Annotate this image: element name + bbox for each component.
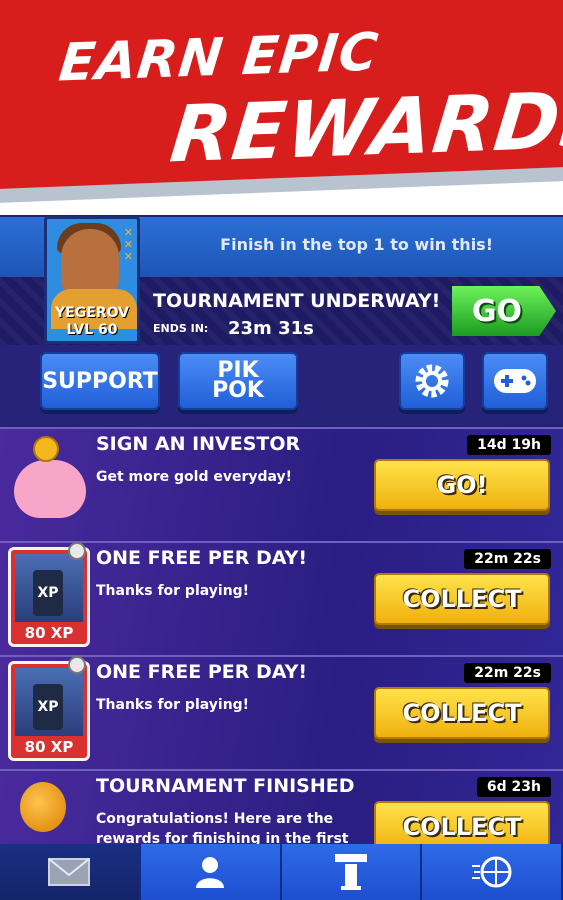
bottom-nav (0, 844, 563, 900)
xp-amount: 80 XP (24, 624, 74, 642)
gamepad-icon (494, 369, 536, 393)
xp-jar-icon: XP (33, 684, 63, 730)
collect-button[interactable]: COLLECT (374, 687, 550, 739)
row-title: TOURNAMENT FINISHED (96, 775, 355, 797)
xp-reward-card: XP 80 XP (8, 661, 90, 761)
info-badge-icon (68, 656, 86, 674)
tournament-go-button[interactable]: GO (452, 286, 556, 336)
banner-title-line1: EARN EPIC (56, 22, 382, 94)
tournament-title: TOURNAMENT UNDERWAY! (153, 290, 441, 312)
row-timer: 6d 23h (476, 777, 551, 797)
row-title: ONE FREE PER DAY! (96, 661, 308, 683)
row-timer: 22m 22s (464, 663, 551, 683)
investor-go-button[interactable]: GO! (374, 459, 550, 511)
trophy-icon (20, 782, 66, 832)
piggy-bank-icon (14, 460, 86, 518)
gear-icon (415, 364, 449, 398)
support-button[interactable]: SUPPORT (40, 352, 160, 410)
collect-button[interactable]: COLLECT (374, 573, 550, 625)
tournament-timer: 23m 31s (228, 318, 314, 339)
arena-icon (334, 854, 367, 890)
profile-icon (196, 857, 225, 888)
xp-jar-icon: XP (33, 570, 63, 616)
nav-tab-profile[interactable] (140, 844, 282, 900)
xp-drink-image: XP (15, 668, 83, 736)
nav-tab-arena[interactable] (281, 844, 423, 900)
row-timer: 22m 22s (464, 549, 551, 569)
row-title: SIGN AN INVESTOR (96, 433, 301, 455)
pikpok-button[interactable]: PIK POK (178, 352, 298, 410)
pikpok-line2: POK (212, 378, 264, 403)
settings-button[interactable] (399, 352, 465, 410)
mail-icon (48, 858, 91, 886)
player-avatar-card[interactable]: ✕ ✕ ✕ YEGEROV LVL 60 (44, 216, 140, 344)
xp-amount: 80 XP (24, 738, 74, 756)
nav-tab-mail[interactable] (0, 844, 141, 900)
game-services-button[interactable] (482, 352, 548, 410)
nav-tab-basketball[interactable] (422, 844, 563, 900)
xp-reward-card: XP 80 XP (8, 547, 90, 647)
player-name: YEGEROV (55, 305, 129, 321)
xp-drink-image: XP (15, 554, 83, 622)
gold-coin-icon (33, 436, 59, 462)
row-timer: 14d 19h (467, 435, 551, 455)
promo-banner: EARN EPIC REWARDS! (0, 0, 563, 215)
row-subtitle: Thanks for playing! (96, 583, 250, 599)
rank-marks-icon: ✕ ✕ ✕ (123, 226, 133, 263)
basketball-icon (471, 856, 512, 888)
row-title: ONE FREE PER DAY! (96, 547, 308, 569)
player-level: LVL 60 (66, 322, 118, 338)
ends-in-label: ENDS IN: (153, 322, 209, 335)
row-subtitle: Thanks for playing! (96, 697, 250, 713)
row-subtitle: Get more gold everyday! (96, 469, 293, 485)
info-badge-icon (68, 542, 86, 560)
tournament-info-text: Finish in the top 1 to win this! (220, 235, 493, 254)
banner-title-line2: REWARDS! (166, 73, 563, 181)
